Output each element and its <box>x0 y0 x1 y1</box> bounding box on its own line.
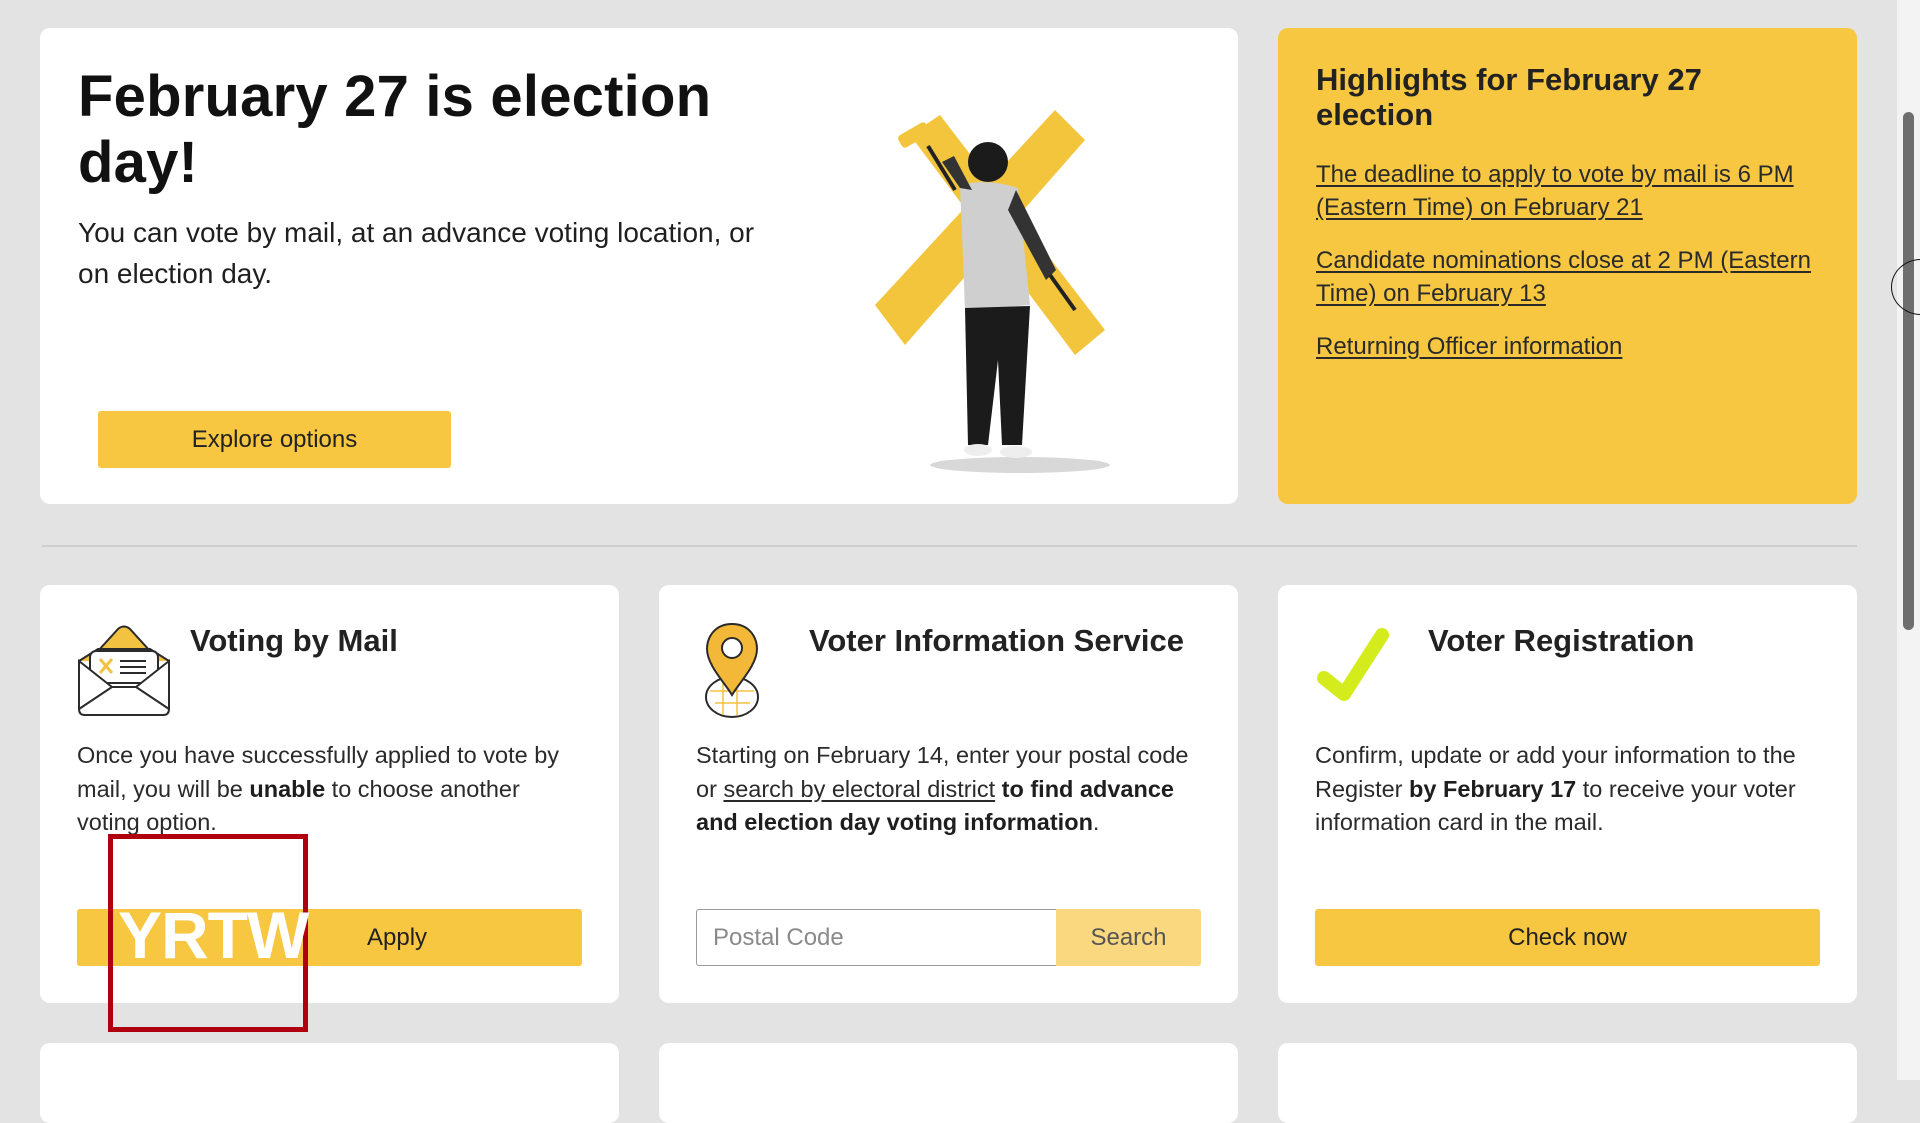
apply-button-label: Apply <box>367 923 428 951</box>
hero-title: February 27 is election day! <box>78 64 712 195</box>
next-card-1 <box>40 1043 619 1123</box>
voting-by-mail-title: Voting by Mail <box>190 623 398 658</box>
search-by-electoral-district-link[interactable]: search by electoral district <box>723 776 995 802</box>
checkmark-icon <box>1317 628 1389 701</box>
postal-code-input[interactable] <box>696 909 1056 966</box>
hero-subtitle: You can vote by mail, at an advance voti… <box>78 217 755 289</box>
next-card-3 <box>1278 1043 1857 1123</box>
highlights-title: Highlights for February 27 election <box>1316 62 1702 132</box>
cursor-indicator <box>1891 259 1920 315</box>
person-painting-x-illustration <box>875 110 1110 473</box>
mail-deadline-link[interactable]: The deadline to apply to vote by mail is… <box>1316 158 1819 224</box>
voter-registration-description: Confirm, update or add your information … <box>1315 739 1825 840</box>
envelope-ballot-icon <box>78 625 170 716</box>
voting-by-mail-description: Once you have successfully applied to vo… <box>77 739 587 840</box>
desc-emphasis: by February 17 <box>1409 775 1577 802</box>
map-pin-icon <box>705 622 759 718</box>
next-card-2 <box>659 1043 1238 1123</box>
desc-text: . <box>1092 809 1100 835</box>
check-now-button[interactable]: Check now <box>1315 909 1820 966</box>
voter-registration-card: Voter Registration Confirm, update or ad… <box>1278 585 1857 1003</box>
scrollbar-thumb[interactable] <box>1903 112 1914 630</box>
annotation-label: YRTW <box>118 898 309 972</box>
voter-information-service-card: Voter Information Service Starting on Fe… <box>659 585 1238 1003</box>
voter-information-service-description: Starting on February 14, enter your post… <box>696 739 1206 840</box>
desc-emphasis: unable <box>249 775 326 802</box>
candidate-nominations-link[interactable]: Candidate nominations close at 2 PM (Eas… <box>1316 244 1819 310</box>
returning-officer-link[interactable]: Returning Officer information <box>1316 330 1819 363</box>
explore-options-button[interactable]: Explore options <box>98 411 451 468</box>
voter-registration-title: Voter Registration <box>1428 623 1695 658</box>
postal-code-search-form: Search <box>696 909 1201 966</box>
voter-information-service-title: Voter Information Service <box>809 623 1184 658</box>
hero-card: February 27 is election day! You can vot… <box>40 28 1238 504</box>
highlights-panel: Highlights for February 27 election The … <box>1278 28 1857 504</box>
section-divider <box>42 545 1857 547</box>
search-button[interactable]: Search <box>1056 909 1201 966</box>
